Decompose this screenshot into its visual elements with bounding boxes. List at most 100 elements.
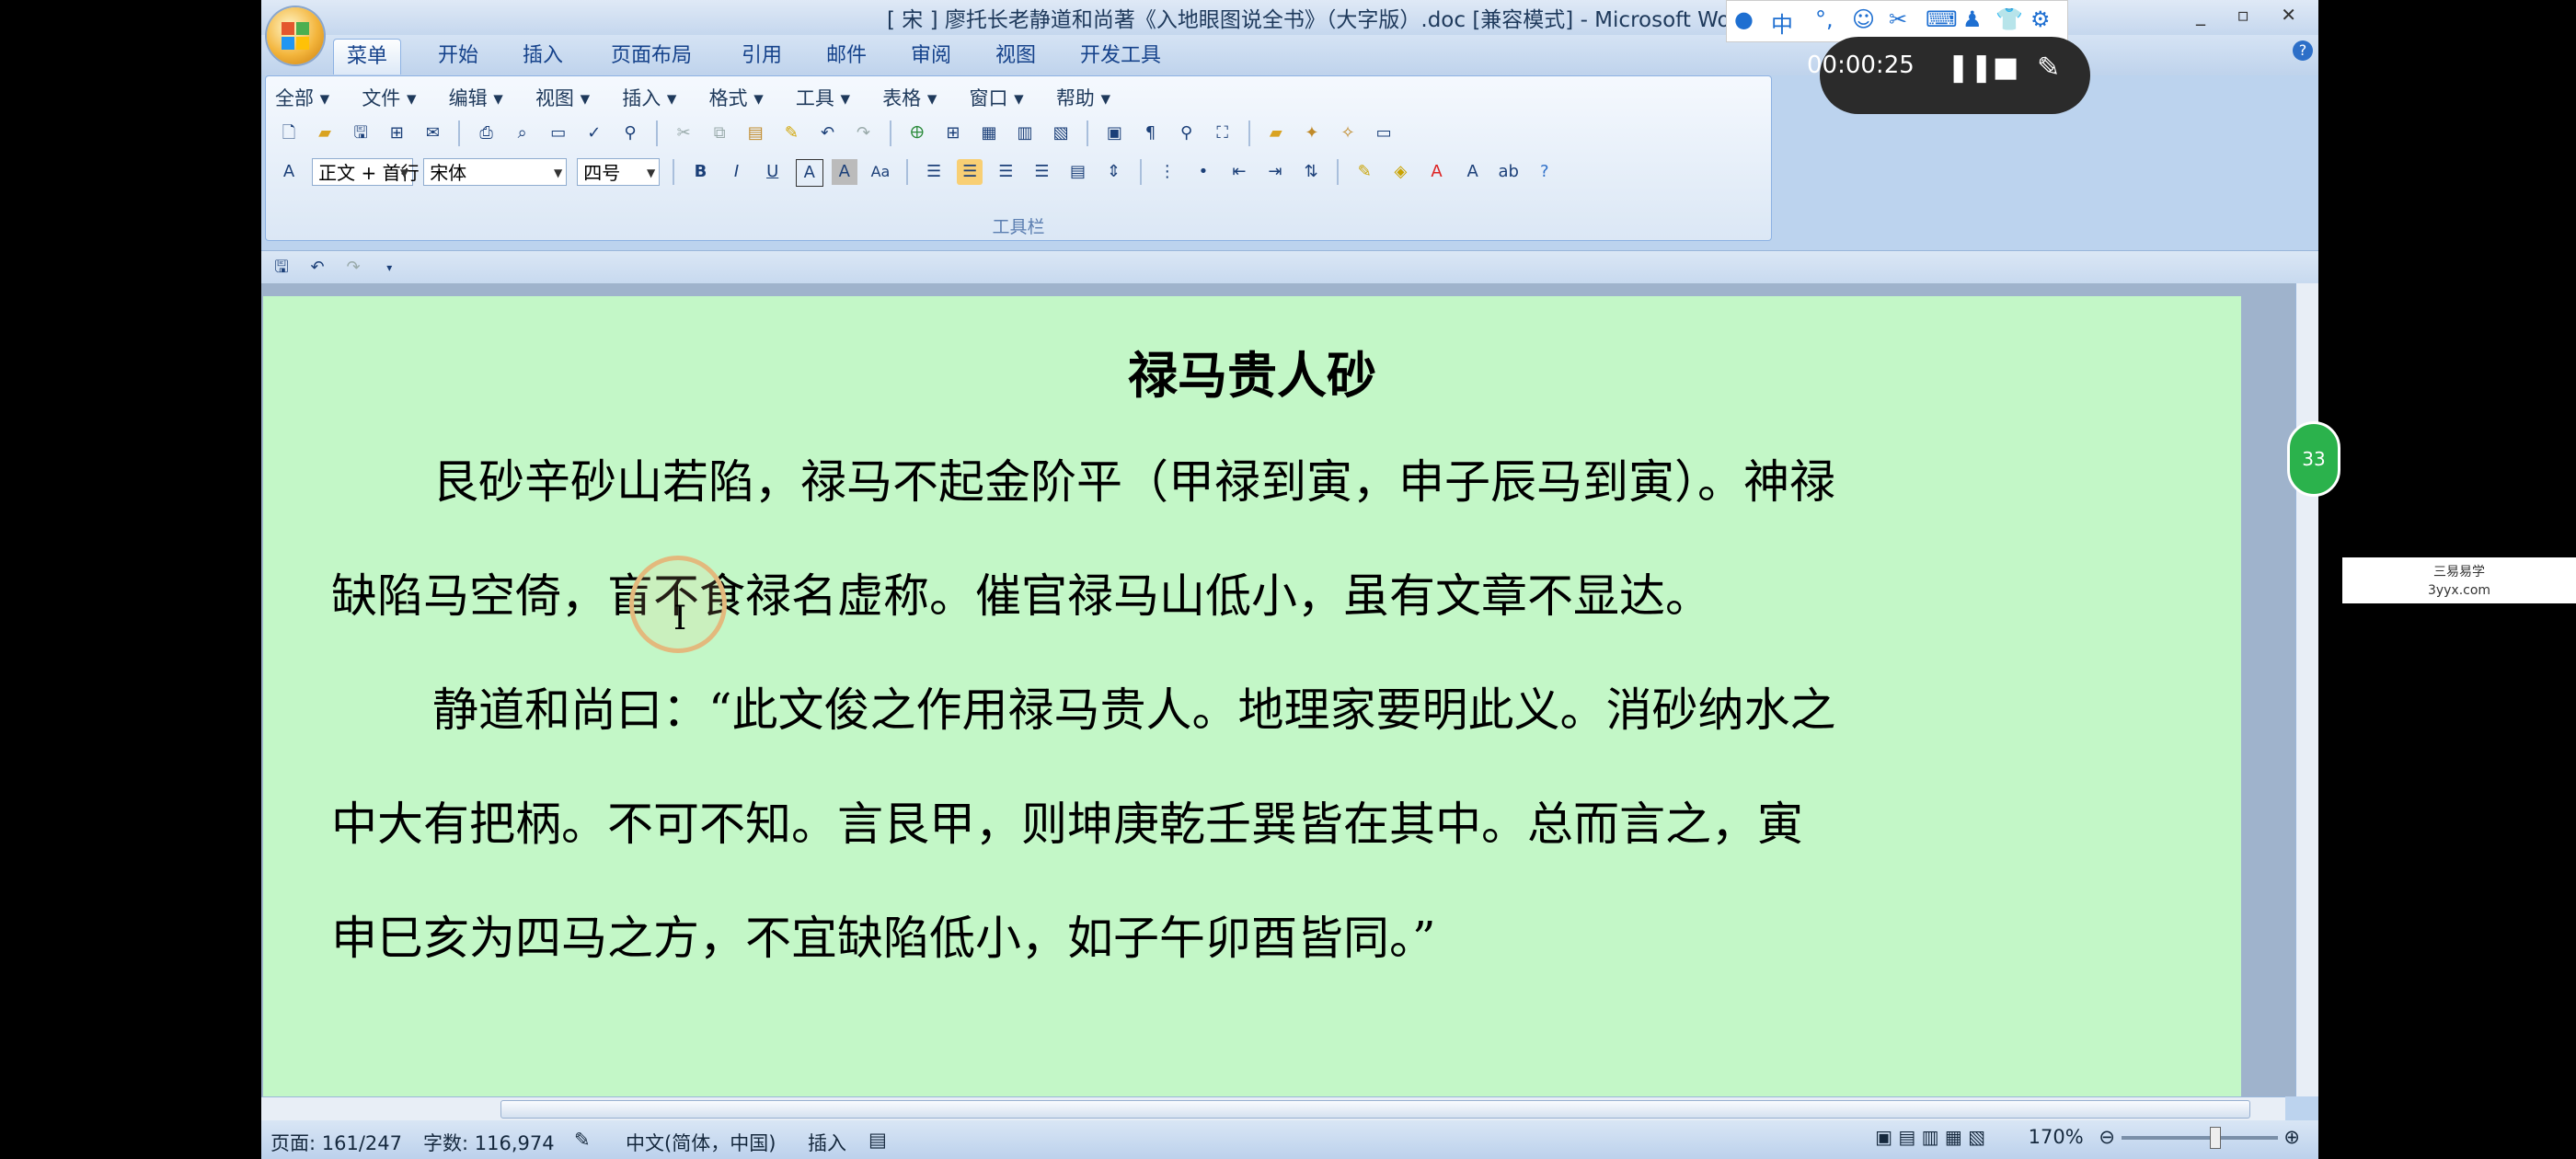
qat-undo-icon[interactable]: ↶: [305, 255, 330, 281]
increase-indent-icon[interactable]: ⇥: [1262, 159, 1288, 185]
styles-icon[interactable]: ✦: [1299, 120, 1325, 146]
tab-insert[interactable]: 插入: [510, 39, 576, 74]
drawing-icon[interactable]: ▧: [1048, 120, 1074, 146]
phonetic-icon[interactable]: ab: [1496, 159, 1522, 185]
line-spacing-icon[interactable]: ⇕: [1101, 159, 1127, 185]
stop-icon[interactable]: ■: [1993, 52, 2018, 84]
zoom-slider[interactable]: [2121, 1127, 2278, 1149]
document-page[interactable]: 禄马贵人砂 艮砂辛砂山若陷，禄马不起金阶平（甲禄到寅，申子辰马到寅）。神禄 缺陷…: [263, 296, 2241, 1106]
distributed-icon[interactable]: ▤: [1065, 159, 1091, 185]
insert-table-icon[interactable]: ▦: [976, 120, 1002, 146]
ime-emoji-icon[interactable]: ☺: [1852, 6, 1875, 32]
font-size-select[interactable]: 四号 ▼: [577, 158, 661, 186]
ime-user-icon[interactable]: ♟: [1962, 6, 1983, 32]
zoom-icon[interactable]: ⚲: [1174, 120, 1200, 146]
tab-mailings[interactable]: 邮件: [813, 39, 880, 74]
print-icon[interactable]: ⎙: [474, 120, 500, 146]
ime-mode[interactable]: 中: [1771, 6, 1793, 39]
quick-parts-icon[interactable]: ✧: [1335, 120, 1361, 146]
menu-help[interactable]: 帮助 ▾: [1056, 84, 1110, 111]
tab-developer[interactable]: 开发工具: [1067, 39, 1174, 74]
tab-references[interactable]: 引用: [729, 39, 795, 74]
spelling-icon[interactable]: ✓: [581, 120, 607, 146]
window-controls[interactable]: _ ▫ ✕: [2196, 4, 2309, 26]
zoom-out-icon[interactable]: ⊖: [2099, 1126, 2115, 1148]
folder-icon[interactable]: ▰: [1263, 120, 1289, 146]
style-select[interactable]: 正文 + 首行 ▼: [312, 158, 420, 186]
qat-save-icon[interactable]: 🖫: [269, 255, 294, 281]
menu-window[interactable]: 窗口 ▾: [970, 84, 1024, 111]
zoom-level[interactable]: 170%: [2029, 1126, 2084, 1148]
menu-insert[interactable]: 插入 ▾: [622, 84, 676, 111]
zoom-in-icon[interactable]: ⊕: [2283, 1126, 2300, 1148]
fullscreen-icon[interactable]: ⛶: [1210, 120, 1236, 146]
menu-tools[interactable]: 工具 ▾: [796, 84, 850, 111]
help-icon[interactable]: ?: [2293, 40, 2313, 61]
tab-review[interactable]: 审阅: [898, 39, 964, 74]
redo-icon[interactable]: ↷: [851, 120, 877, 146]
columns-icon[interactable]: ▥: [1012, 120, 1038, 146]
font-select[interactable]: 宋体 ▼: [423, 158, 568, 186]
menu-all[interactable]: 全部 ▾: [275, 84, 329, 111]
char-shading-button[interactable]: A: [831, 159, 857, 185]
tab-menu[interactable]: 菜单: [333, 39, 402, 75]
align-right-icon[interactable]: ☰: [993, 159, 1018, 185]
side-badge[interactable]: 33: [2287, 421, 2340, 497]
format-painter-icon[interactable]: ✎: [778, 120, 804, 146]
shading-icon[interactable]: ◈: [1387, 159, 1413, 185]
char-border-button[interactable]: A: [795, 159, 823, 187]
new-document-icon[interactable]: 🗋: [276, 120, 302, 146]
office-button[interactable]: [267, 7, 324, 64]
save-icon[interactable]: 🖫: [348, 120, 374, 146]
more-commands-icon[interactable]: ▭: [1371, 120, 1397, 146]
reading-view-icon[interactable]: ▭: [546, 120, 571, 146]
tab-home[interactable]: 开始: [425, 39, 491, 74]
styles-pane-icon[interactable]: A: [276, 159, 302, 185]
cut-icon[interactable]: ✂: [671, 120, 696, 146]
horizontal-scrollbar[interactable]: [261, 1096, 2285, 1121]
research-icon[interactable]: ⚲: [617, 120, 643, 146]
italic-button[interactable]: I: [724, 159, 750, 185]
hyperlink-icon[interactable]: 🜨: [904, 120, 930, 146]
insert-mode[interactable]: 插入: [808, 1129, 846, 1156]
word-count[interactable]: 字数: 116,974: [423, 1129, 555, 1156]
tab-view[interactable]: 视图: [983, 39, 1049, 74]
undo-icon[interactable]: ↶: [815, 120, 841, 146]
pause-icon[interactable]: ❚❚: [1947, 52, 1993, 84]
copy-icon[interactable]: ⧉: [707, 120, 732, 146]
permission-icon[interactable]: ⊞: [384, 120, 409, 146]
qat-redo-icon[interactable]: ↷: [340, 255, 366, 281]
proofing-icon[interactable]: ✎: [574, 1129, 591, 1151]
numbering-icon[interactable]: ⋮: [1155, 159, 1180, 185]
tab-page-layout[interactable]: 页面布局: [598, 39, 705, 74]
macro-icon[interactable]: ▤: [868, 1129, 887, 1151]
font-color-icon[interactable]: A: [1424, 159, 1450, 185]
bullets-icon[interactable]: •: [1190, 159, 1216, 185]
menu-format[interactable]: 格式 ▾: [709, 84, 764, 111]
bold-button[interactable]: B: [687, 159, 713, 185]
ime-settings-icon[interactable]: ⚙: [2030, 6, 2051, 32]
email-icon[interactable]: ✉: [420, 120, 445, 146]
view-buttons[interactable]: ▣ ▤ ▥ ▦ ▧: [1875, 1126, 1985, 1148]
align-left-icon[interactable]: ☰: [921, 159, 947, 185]
language-indicator[interactable]: 中文(简体，中国): [626, 1129, 776, 1156]
print-preview-icon[interactable]: ⌕: [510, 120, 535, 146]
document-map-icon[interactable]: ▣: [1101, 120, 1127, 146]
decrease-indent-icon[interactable]: ⇤: [1226, 159, 1252, 185]
text-effects-icon[interactable]: A: [1460, 159, 1486, 185]
page-counter[interactable]: 页面: 161/247: [270, 1129, 402, 1156]
align-center-icon[interactable]: ☰: [957, 159, 983, 185]
justify-icon[interactable]: ☰: [1029, 159, 1054, 185]
help-circle-icon[interactable]: ?: [1532, 159, 1558, 185]
ime-tools-icon[interactable]: ✂: [1889, 6, 1907, 32]
scroll-thumb[interactable]: [500, 1100, 2250, 1119]
ime-logo-icon[interactable]: ●: [1734, 6, 1754, 32]
sort-icon[interactable]: ⇅: [1298, 159, 1324, 185]
highlight-icon[interactable]: ✎: [1351, 159, 1377, 185]
qat-customize-icon[interactable]: ▾: [376, 255, 402, 281]
open-folder-icon[interactable]: ▰: [312, 120, 338, 146]
underline-button[interactable]: U: [760, 159, 786, 185]
paste-icon[interactable]: ▤: [742, 120, 768, 146]
change-case-button[interactable]: Aa: [868, 159, 893, 185]
ime-keyboard-icon[interactable]: ⌨: [1926, 6, 1958, 32]
